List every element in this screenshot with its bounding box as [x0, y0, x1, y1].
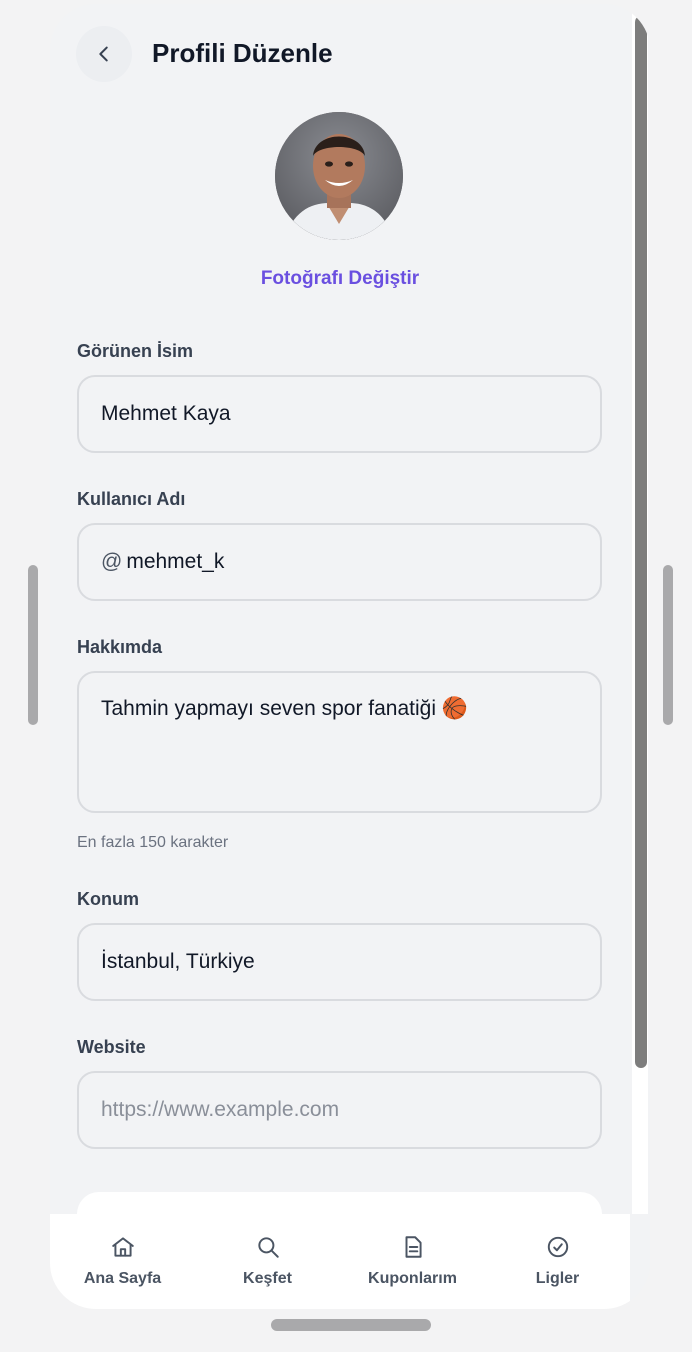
home-indicator[interactable]: [271, 1319, 431, 1331]
nav-item-coupons[interactable]: Kuponlarım: [348, 1234, 478, 1309]
header: Profili Düzenle: [50, 4, 630, 104]
display-name-label: Görünen İsim: [77, 341, 194, 361]
nav-label-coupons: Kuponlarım: [368, 1270, 457, 1287]
search-icon: [257, 1237, 279, 1258]
nav-item-home[interactable]: Ana Sayfa: [58, 1234, 188, 1309]
location-field[interactable]: İstanbul, Türkiye: [77, 923, 602, 1001]
about-textarea[interactable]: Tahmin yapmayı seven spor fanatiği 🏀: [77, 671, 602, 813]
about-label: Hakkımda: [77, 637, 163, 657]
chevron-left-icon: [99, 46, 108, 62]
username-label: Kullanıcı Adı: [77, 489, 186, 509]
at-sign-prefix: @: [101, 550, 123, 573]
nav-label-home: Ana Sayfa: [83, 1270, 162, 1287]
avatar[interactable]: [275, 112, 403, 240]
phone-screen: Profili Düzenle Fotoğrafı Değiştir Görün…: [50, 4, 650, 1309]
website-label: Website: [77, 1037, 146, 1057]
scrollbar-thumb[interactable]: [635, 16, 647, 1068]
left-scroll-handle[interactable]: [28, 565, 38, 725]
about-hint: En fazla 150 karakter: [77, 834, 229, 851]
nav-label-leagues: Ligler: [535, 1270, 580, 1287]
bottom-nav: Ana Sayfa Keşfet Kuponlarım Ligler: [50, 1214, 630, 1309]
display-name-field[interactable]: Mehmet Kaya: [77, 375, 602, 453]
nav-item-explore[interactable]: Keşfet: [203, 1234, 333, 1309]
location-label: Konum: [77, 889, 139, 909]
change-photo-link[interactable]: Fotoğrafı Değiştir: [50, 268, 630, 290]
back-button[interactable]: [76, 26, 132, 82]
right-scroll-handle[interactable]: [663, 565, 673, 725]
badge-check-icon: [547, 1236, 568, 1258]
website-field[interactable]: https://www.example.com: [77, 1071, 602, 1149]
avatar-photo: [275, 112, 403, 240]
nav-item-leagues[interactable]: Ligler: [493, 1234, 623, 1309]
nav-label-explore: Keşfet: [243, 1270, 292, 1287]
home-icon: [111, 1237, 134, 1257]
username-value: mehmet_k: [126, 550, 225, 573]
username-field[interactable]: @ mehmet_k: [77, 523, 602, 601]
website-placeholder: https://www.example.com: [101, 1098, 340, 1121]
page-title: Profili Düzenle: [152, 38, 333, 68]
about-value: Tahmin yapmayı seven spor fanatiği 🏀: [101, 697, 468, 720]
document-icon: [405, 1236, 422, 1258]
display-name-value: Mehmet Kaya: [101, 402, 231, 425]
location-value: İstanbul, Türkiye: [101, 950, 255, 973]
